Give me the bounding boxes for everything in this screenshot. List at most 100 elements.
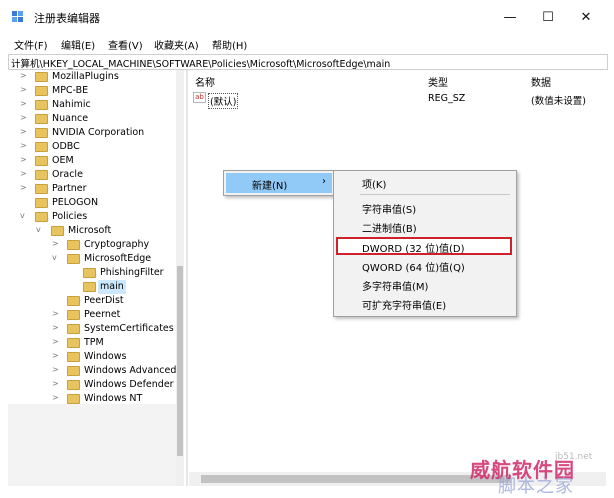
tree-item-nuance[interactable]: > Nuance bbox=[8, 112, 176, 126]
tree-scrollbar-thumb[interactable] bbox=[177, 266, 183, 456]
expand-icon[interactable]: > bbox=[20, 71, 28, 81]
tree-item-label: Nuance bbox=[52, 113, 89, 124]
tree-item-label: MPC-BE bbox=[52, 85, 89, 96]
tree-item-cryptography[interactable]: > Cryptography bbox=[8, 238, 176, 252]
expand-icon[interactable]: > bbox=[20, 183, 28, 193]
column-header-name[interactable]: 名称 bbox=[195, 74, 215, 89]
tree-item-partner[interactable]: > Partner bbox=[8, 182, 176, 196]
submenu-item-binary-value[interactable]: 二进制值(B) bbox=[336, 217, 514, 235]
submenu-item-dword-value[interactable]: DWORD (32 位)值(D) bbox=[336, 237, 512, 255]
pane-splitter[interactable] bbox=[186, 70, 188, 486]
tree-item-oracle[interactable]: > Oracle bbox=[8, 168, 176, 182]
collapse-icon[interactable]: v bbox=[52, 253, 60, 263]
menu-view[interactable]: 查看(V) bbox=[108, 37, 143, 52]
expand-icon[interactable]: > bbox=[52, 309, 60, 319]
context-menu: 新建(N) › bbox=[223, 170, 335, 196]
collapse-icon[interactable]: v bbox=[36, 225, 44, 235]
value-name-default[interactable]: (默认) bbox=[208, 93, 239, 109]
maximize-button[interactable]: ☐ bbox=[529, 6, 567, 30]
expand-icon[interactable]: > bbox=[52, 337, 60, 347]
submenu-item-string-value[interactable]: 字符串值(S) bbox=[336, 198, 514, 216]
expand-icon[interactable] bbox=[68, 267, 76, 277]
tree-item-phishingfilter[interactable]: PhishingFilter bbox=[8, 266, 176, 280]
expand-icon[interactable] bbox=[52, 295, 60, 305]
tree-item-label: SystemCertificates bbox=[84, 323, 174, 334]
tree-item-policies[interactable]: v Policies bbox=[8, 210, 176, 224]
tree-item-label: Windows Advanced bbox=[84, 365, 177, 376]
menu-edit[interactable]: 编辑(E) bbox=[61, 37, 95, 52]
address-path[interactable]: 计算机\HKEY_LOCAL_MACHINE\SOFTWARE\Policies… bbox=[11, 56, 390, 70]
address-bar[interactable]: 计算机\HKEY_LOCAL_MACHINE\SOFTWARE\Policies… bbox=[8, 54, 608, 70]
expand-icon[interactable]: > bbox=[20, 169, 28, 179]
tree-item-systemcertificates[interactable]: > SystemCertificates bbox=[8, 322, 176, 336]
value-type: REG_SZ bbox=[428, 93, 466, 104]
folder-icon bbox=[35, 156, 48, 166]
tree-item-microsoft[interactable]: v Microsoft bbox=[8, 224, 176, 238]
folder-icon bbox=[35, 142, 48, 152]
tree-item-pelogon[interactable]: PELOGON bbox=[8, 196, 176, 210]
tree-item-label: Policies bbox=[52, 211, 88, 222]
menu-favorites[interactable]: 收藏夹(A) bbox=[154, 37, 199, 52]
submenu-item-key[interactable]: 项(K) bbox=[336, 173, 514, 191]
menu-item-new-label: 新建(N) bbox=[252, 181, 288, 192]
folder-icon bbox=[35, 86, 48, 96]
tree-item-nvidia[interactable]: > NVIDIA Corporation bbox=[8, 126, 176, 140]
folder-icon bbox=[35, 100, 48, 110]
expand-icon[interactable]: > bbox=[20, 99, 28, 109]
tree-item-mpc-be[interactable]: > MPC-BE bbox=[8, 84, 176, 98]
expand-icon[interactable]: > bbox=[52, 323, 60, 333]
column-header-type[interactable]: 类型 bbox=[428, 74, 448, 89]
menu-help[interactable]: 帮助(H) bbox=[212, 37, 247, 52]
tree-item-odbc[interactable]: > ODBC bbox=[8, 140, 176, 154]
expand-icon[interactable]: > bbox=[52, 393, 60, 403]
close-button[interactable]: ✕ bbox=[567, 6, 605, 30]
expand-icon[interactable]: > bbox=[52, 379, 60, 389]
tree-item-windows-defender[interactable]: > Windows Defender bbox=[8, 378, 176, 392]
menu-bar: 文件(F) 编辑(E) 查看(V) 收藏夹(A) 帮助(H) bbox=[0, 35, 614, 53]
folder-icon bbox=[67, 366, 80, 376]
tree-item-peerdist[interactable]: PeerDist bbox=[8, 294, 176, 308]
expand-icon[interactable]: > bbox=[52, 239, 60, 249]
column-header-data[interactable]: 数据 bbox=[531, 74, 551, 89]
folder-icon bbox=[67, 240, 80, 250]
tree-scrollbar[interactable] bbox=[176, 70, 184, 486]
collapse-icon[interactable]: v bbox=[20, 211, 28, 221]
tree-item-windows-advanced[interactable]: > Windows Advanced bbox=[8, 364, 176, 378]
tree-item-peernet[interactable]: > Peernet bbox=[8, 308, 176, 322]
minimize-button[interactable]: — bbox=[491, 6, 529, 30]
folder-icon bbox=[35, 184, 48, 194]
menu-file[interactable]: 文件(F) bbox=[14, 37, 48, 52]
values-scrollbar-thumb[interactable] bbox=[201, 475, 511, 483]
tree-item-oem[interactable]: > OEM bbox=[8, 154, 176, 168]
expand-icon[interactable]: > bbox=[52, 351, 60, 361]
tree-item-label: Windows Defender bbox=[84, 379, 174, 390]
submenu-item-label: 字符串值(S) bbox=[362, 205, 417, 216]
expand-icon[interactable]: > bbox=[20, 113, 28, 123]
expand-icon[interactable]: > bbox=[20, 155, 28, 165]
submenu-item-multi-string-value[interactable]: 多字符串值(M) bbox=[336, 275, 514, 293]
expand-icon[interactable]: > bbox=[52, 365, 60, 375]
tree-item-mozillaplugins[interactable]: > MozillaPlugins bbox=[8, 70, 176, 84]
tree-item-microsoftedge[interactable]: v MicrosoftEdge bbox=[8, 252, 176, 266]
submenu-item-qword-value[interactable]: QWORD (64 位)值(Q) bbox=[336, 256, 514, 274]
tree-item-main[interactable]: main bbox=[8, 280, 176, 294]
tree-item-label: Oracle bbox=[52, 169, 83, 180]
menu-item-new[interactable]: 新建(N) › bbox=[226, 173, 332, 193]
folder-open-icon bbox=[35, 212, 48, 222]
obscured-area bbox=[8, 404, 176, 486]
expand-icon[interactable]: > bbox=[20, 85, 28, 95]
tree-item-windows[interactable]: > Windows bbox=[8, 350, 176, 364]
tree-item-tpm[interactable]: > TPM bbox=[8, 336, 176, 350]
registry-tree[interactable]: > MozillaPlugins > MPC-BE > Nahimic > Nu… bbox=[8, 70, 184, 486]
submenu-item-label: 多字符串值(M) bbox=[362, 282, 429, 293]
expand-icon[interactable]: > bbox=[20, 141, 28, 151]
submenu-item-expandable-string-value[interactable]: 可扩充字符串值(E) bbox=[336, 294, 514, 312]
expand-icon[interactable]: > bbox=[20, 127, 28, 137]
expand-icon[interactable] bbox=[68, 281, 76, 291]
folder-icon bbox=[35, 114, 48, 124]
expand-icon[interactable] bbox=[20, 197, 28, 207]
tree-item-label: TPM bbox=[84, 337, 104, 348]
tree-item-label: Microsoft bbox=[68, 225, 112, 236]
title-bar[interactable]: 注册表编辑器 — ☐ ✕ bbox=[0, 0, 614, 34]
tree-item-nahimic[interactable]: > Nahimic bbox=[8, 98, 176, 112]
